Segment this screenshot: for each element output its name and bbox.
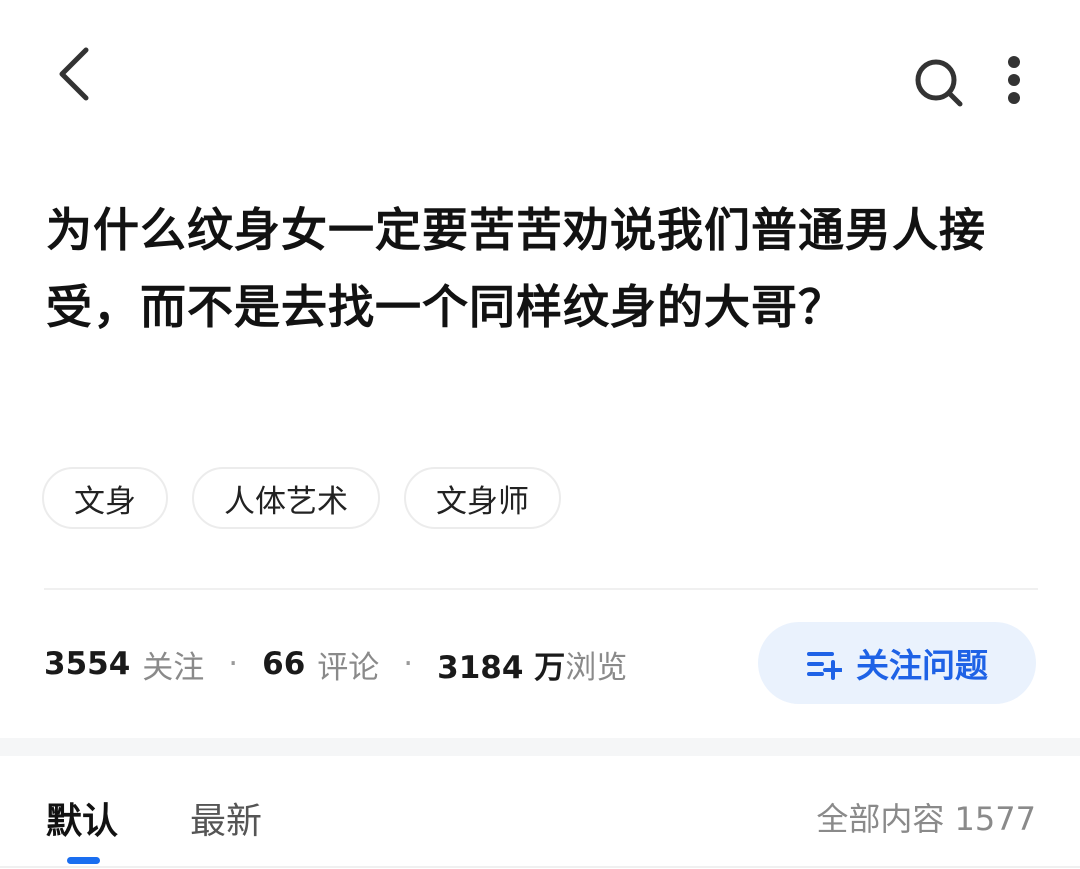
separator-dot: · (228, 646, 239, 682)
follow-question-button[interactable]: 关注问题 (758, 622, 1036, 704)
total-content-count: 全部内容 1577 (816, 800, 1036, 838)
follow-button-label: 关注问题 (856, 646, 988, 685)
chevron-left-icon (59, 47, 89, 101)
search-button[interactable] (908, 52, 968, 112)
question-title: 为什么纹身女一定要苦苦劝说我们普通男人接受，而不是去找一个同样纹身的大哥？ (46, 203, 986, 334)
separator-dot: · (403, 646, 414, 682)
tag-body-art[interactable]: 人体艺术 (192, 467, 380, 529)
comments-count: 66 (262, 646, 306, 682)
top-bar (0, 0, 1080, 150)
more-button[interactable] (998, 50, 1030, 110)
active-tab-indicator (67, 857, 100, 864)
views-label: 浏览 (565, 649, 628, 686)
followers-count: 3554 (44, 646, 131, 682)
back-button[interactable] (48, 42, 104, 106)
divider (44, 588, 1038, 590)
more-vertical-icon (1008, 56, 1020, 104)
add-list-icon (807, 652, 842, 680)
section-separator (0, 738, 1080, 756)
views-count: 3184 万 (437, 649, 566, 686)
tab-latest[interactable]: 最新 (190, 792, 262, 844)
tag-wenshen[interactable]: 文身 (42, 467, 168, 529)
tag-tattoo-artist[interactable]: 文身师 (404, 467, 561, 529)
topic-tags: 文身 人体艺术 文身师 (42, 467, 561, 529)
tab-default[interactable]: 默认 (46, 792, 118, 844)
comments-label: 评论 (317, 649, 380, 686)
followers-label: 关注 (142, 649, 205, 686)
question-stats: 3554 关注 · 66 评论 · 3184 万 浏览 (44, 636, 627, 692)
answer-tabs: 默认 最新 全部内容 1577 (0, 756, 1080, 869)
divider (0, 866, 1080, 868)
search-icon (915, 59, 963, 107)
